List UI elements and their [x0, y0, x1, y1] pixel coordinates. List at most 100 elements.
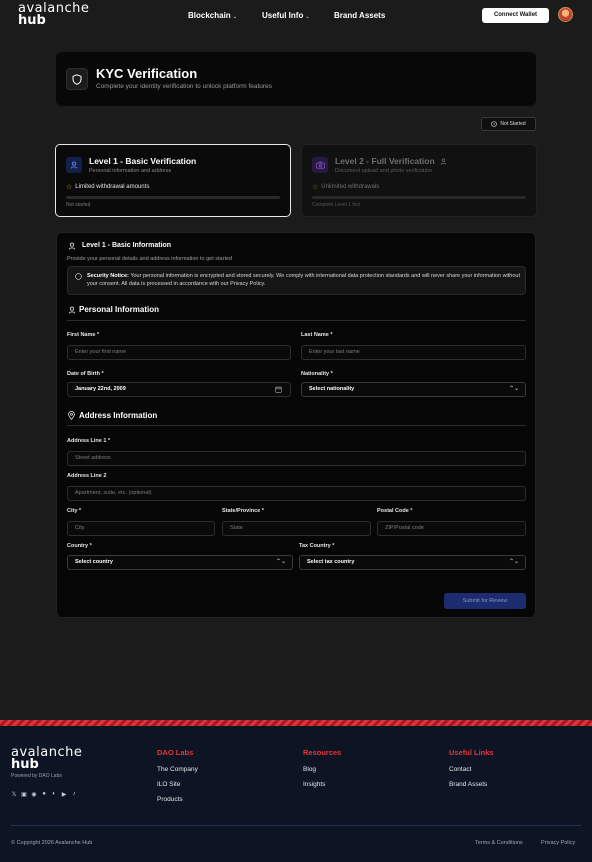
address-info-heading: Address Information [79, 411, 158, 420]
footer-logo[interactable]: avalanche hub [11, 746, 82, 772]
lock-icon [440, 158, 447, 165]
logo-line-2: hub [11, 757, 39, 772]
privacy-link[interactable]: Privacy Policy [541, 840, 575, 846]
clock-icon [491, 121, 498, 127]
terms-link[interactable]: Terms & Conditions [475, 840, 523, 846]
nationality-value: Select nationality [309, 386, 355, 392]
footer-link[interactable]: The Company [157, 766, 198, 773]
level-title: Level 2 - Full Verification [335, 156, 447, 166]
last-name-field[interactable]: Enter your last name [301, 345, 526, 360]
status-badge: Not Started [481, 117, 536, 131]
footer-link[interactable]: ILO Site [157, 781, 180, 788]
chevron-updown-icon: ⌃⌄ [275, 559, 286, 565]
notice-text: Security Notice: Your personal informati… [87, 272, 523, 288]
address1-label: Address Line 1 * [67, 438, 111, 444]
country-select[interactable]: Select country ⌃⌄ [67, 555, 293, 570]
footer: avalanche hub Powered by DAO Labs 𝕏 ▣ ◉ … [0, 726, 592, 862]
nav-brand-assets[interactable]: Brand Assets [334, 11, 385, 20]
social-links: 𝕏 ▣ ◉ ● ◐ ▶ ♪ [11, 791, 77, 798]
top-nav: avalanche hub Blockchain ⌄ Useful Info ⌄ B… [0, 0, 592, 32]
chevron-down-icon: ⌄ [232, 14, 237, 20]
level-subtitle: Document upload and photo verification [335, 168, 432, 174]
nav-useful-info[interactable]: Useful Info ⌄ [262, 11, 310, 20]
tax-country-label: Tax Country * [299, 543, 335, 549]
footer-link[interactable]: Brand Assets [449, 781, 487, 788]
copyright: © Copyright 2026 Avalanche Hub [11, 840, 93, 846]
linkedin-icon[interactable]: ▣ [21, 791, 27, 798]
kyc-form: Level 1 - Basic Information Provide your… [56, 232, 536, 618]
notice-body: Your personal information is encrypted a… [87, 273, 521, 287]
first-name-field[interactable]: Enter your first name [67, 345, 291, 360]
nav-label: Blockchain [188, 11, 231, 20]
connect-wallet-button[interactable]: Connect Wallet [482, 8, 549, 23]
state-label: State/Province * [222, 508, 264, 514]
shield-icon [66, 68, 88, 90]
star-icon: ☆ [312, 184, 319, 191]
country-label: Country * [67, 543, 92, 549]
level-progress-bar [66, 196, 280, 199]
level-status: Complete Level 1 first [312, 202, 361, 208]
map-pin-icon [68, 411, 75, 420]
user-icon [68, 306, 76, 314]
x-icon[interactable]: 𝕏 [11, 791, 17, 798]
info-icon [75, 273, 82, 280]
last-name-label: Last Name * [301, 332, 333, 338]
postal-code-field[interactable]: ZIP/Postal code [377, 521, 526, 536]
footer-link[interactable]: Products [157, 796, 183, 803]
chevron-updown-icon: ⌃⌄ [508, 386, 519, 392]
medium-icon[interactable]: ◐ [51, 791, 57, 798]
level-progress-bar [312, 196, 526, 199]
level-1-card[interactable]: Level 1 - Basic Verification Personal in… [55, 144, 291, 217]
footer-link[interactable]: Contact [449, 766, 471, 773]
country-value: Select country [75, 559, 113, 565]
chevron-down-icon: ⌄ [305, 14, 310, 20]
page-subtitle: Complete your identity verification to u… [96, 83, 272, 90]
nav-label: Brand Assets [334, 11, 386, 20]
discord-icon[interactable]: ◉ [31, 791, 37, 798]
avatar[interactable] [558, 7, 573, 22]
reddit-icon[interactable]: ● [41, 791, 47, 798]
tax-country-select[interactable]: Select tax country ⌃⌄ [299, 555, 526, 570]
postal-label: Postal Code * [377, 508, 413, 514]
footer-link[interactable]: Blog [303, 766, 316, 773]
kyc-header-card: KYC Verification Complete your identity … [56, 52, 536, 106]
nationality-label: Nationality * [301, 371, 333, 377]
first-name-label: First Name * [67, 332, 100, 338]
nationality-select[interactable]: Select nationality ⌃⌄ [301, 382, 526, 397]
level-status: Not started [66, 202, 91, 208]
level-2-card: Level 2 - Full Verification Document upl… [301, 144, 537, 217]
logo-line-2: hub [18, 13, 46, 28]
divider [67, 320, 526, 321]
form-subtitle: Provide your personal details and addres… [67, 256, 233, 262]
star-icon: ☆ [66, 184, 73, 191]
level-feature-text: Limited withdrawal amounts [75, 184, 150, 190]
powered-by: Powered by DAO Labs [11, 773, 62, 779]
avalanche-hub-logo[interactable]: avalanche hub [18, 2, 89, 28]
page-title: KYC Verification [96, 66, 198, 81]
address2-label: Address Line 2 [67, 473, 107, 479]
nav-label: Useful Info [262, 11, 304, 20]
calendar-icon [275, 386, 282, 393]
footer-link[interactable]: Insights [303, 781, 325, 788]
level-feature: ☆ Unlimited withdrawals [312, 183, 379, 191]
notice-label: Security Notice: [87, 273, 129, 279]
submit-for-review-button[interactable]: Submit for Review [444, 593, 526, 609]
address1-field[interactable]: Street address [67, 451, 526, 466]
nav-blockchain[interactable]: Blockchain ⌄ [188, 11, 237, 20]
chevron-updown-icon: ⌃⌄ [508, 559, 519, 565]
youtube-icon[interactable]: ▶ [61, 791, 67, 798]
state-field[interactable]: State [222, 521, 371, 536]
footer-col-resources: Resources [303, 748, 342, 757]
level-subtitle: Personal information and address [89, 168, 172, 174]
form-title: Level 1 - Basic Information [82, 242, 172, 249]
address2-field[interactable]: Apartment, suite, etc. (optional) [67, 486, 526, 501]
user-icon [66, 157, 82, 173]
tiktok-icon[interactable]: ♪ [71, 791, 77, 798]
footer-divider [11, 825, 581, 826]
level-feature-text: Unlimited withdrawals [321, 184, 380, 190]
security-notice: Security Notice: Your personal informati… [67, 266, 526, 295]
city-field[interactable]: City [67, 521, 215, 536]
footer-col-useful-links: Useful Links [449, 748, 494, 757]
level-title: Level 1 - Basic Verification [89, 156, 197, 166]
dob-picker[interactable]: January 22nd, 2009 [67, 382, 291, 397]
